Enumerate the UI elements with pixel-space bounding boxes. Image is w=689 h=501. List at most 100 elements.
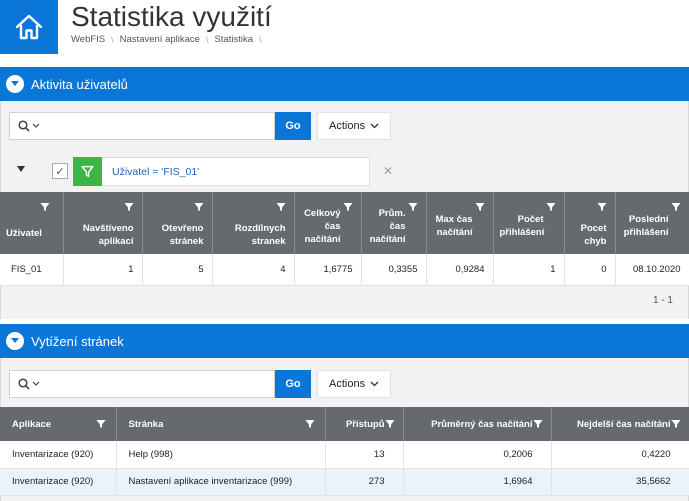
table-cell: 273 xyxy=(325,468,404,496)
toolbar-aktivita: Go Actions xyxy=(9,112,392,140)
column-label: Rozdílnych stranek xyxy=(234,223,286,247)
column-header[interactable]: Počet přihlášení xyxy=(493,192,565,254)
breadcrumb: WebFIS \ Nastavení aplikace \ Statistika… xyxy=(71,34,268,45)
table-cell: 0,3355 xyxy=(361,254,427,286)
table-cell: 13 xyxy=(325,441,404,469)
region-title: Aktivita uživatelů xyxy=(31,76,128,92)
column-header[interactable]: Uživatel xyxy=(0,192,64,254)
column-header[interactable]: Poslední přihlášení xyxy=(615,192,689,254)
search-icon xyxy=(18,120,40,132)
column-label: Průměrný čas načítání xyxy=(431,418,533,430)
chevron-down-icon xyxy=(11,81,19,86)
table-cell: 1 xyxy=(493,254,565,286)
filter-icon xyxy=(343,203,352,211)
filter-icon xyxy=(194,203,203,211)
filter-icon-box xyxy=(73,156,102,186)
chevron-down-icon xyxy=(11,338,19,343)
column-label: Otevřeno stránek xyxy=(161,223,204,247)
filter-row: ✓ Uživatel = 'FIS_01' ✕ xyxy=(0,154,689,190)
column-label: Počet přihlášení xyxy=(499,214,545,238)
column-label: Celkový čas načítání xyxy=(304,207,341,245)
table-cell: Inventarizace (920) xyxy=(0,441,117,469)
table-vytizeni: Aplikace Stránka Přístupů Průměrný čas n… xyxy=(0,407,689,496)
filter-text: Uživatel = 'FIS_01' xyxy=(112,165,200,178)
search-column-selector[interactable] xyxy=(10,371,60,397)
filter-icon xyxy=(533,420,542,428)
filter-icon xyxy=(408,203,417,211)
column-header[interactable]: Rozdílnych stranek xyxy=(212,192,295,254)
toolbar-vytizeni: Go Actions xyxy=(9,370,392,398)
table-row: Inventarizace (920) Help (998) 13 0,2006… xyxy=(0,441,689,469)
filter-icon xyxy=(475,203,484,211)
filter-icon xyxy=(546,203,555,211)
column-header[interactable]: Průměrný čas načítání xyxy=(403,407,552,441)
actions-button[interactable]: Actions xyxy=(317,112,392,140)
breadcrumb-item-nastaveni[interactable]: Nastavení aplikace xyxy=(120,34,200,45)
region-title: Vytížení stránek xyxy=(31,333,124,349)
filter-icon xyxy=(671,420,680,428)
region-header-vytizeni: Vytížení stránek xyxy=(0,324,689,358)
column-label: Přístupů xyxy=(345,418,385,430)
go-button[interactable]: Go xyxy=(275,112,311,140)
home-icon xyxy=(15,14,43,40)
column-label: Max čas načítání xyxy=(435,214,473,238)
table-cell: 1 xyxy=(63,254,143,286)
collapse-button[interactable] xyxy=(6,332,24,350)
filter-toggle-icon[interactable] xyxy=(17,166,25,172)
table-cell: FIS_01 xyxy=(0,254,64,286)
table-cell: 0 xyxy=(564,254,616,286)
column-header[interactable]: Max čas načítání xyxy=(426,192,494,254)
search-column-selector[interactable] xyxy=(10,113,60,139)
column-label: Pocet chyb xyxy=(580,223,607,247)
column-header[interactable]: Otevřeno stránek xyxy=(142,192,213,254)
filter-enable-checkbox[interactable]: ✓ xyxy=(52,163,68,179)
search-input[interactable] xyxy=(60,371,274,397)
column-label: Stránka xyxy=(128,418,164,430)
column-header[interactable]: Přístupů xyxy=(325,407,404,441)
go-button[interactable]: Go xyxy=(275,370,311,398)
column-label: Poslední přihlášení xyxy=(623,214,669,238)
actions-button[interactable]: Actions xyxy=(317,370,392,398)
chevron-down-icon xyxy=(370,123,379,129)
search-input[interactable] xyxy=(60,113,274,139)
column-header[interactable]: Aplikace xyxy=(0,407,117,441)
filter-icon xyxy=(276,203,285,211)
filter-icon xyxy=(96,420,105,428)
table-cell: Help (998) xyxy=(116,441,326,469)
page-title: Statistika využití xyxy=(71,1,272,32)
table-cell: 0,9284 xyxy=(426,254,494,286)
table-row: FIS_01 1 5 4 1,6775 0,3355 0,9284 1 0 08… xyxy=(0,254,689,286)
table-cell: 5 xyxy=(142,254,213,286)
remove-filter-icon[interactable]: ✕ xyxy=(383,164,393,178)
column-header[interactable]: Nejdelší čas načítání xyxy=(551,407,689,441)
column-label: Uživatel xyxy=(6,227,42,239)
column-header[interactable]: Navštíveno aplikací xyxy=(63,192,143,254)
pagination-info: 1 - 1 xyxy=(652,295,673,306)
column-label: Aplikace xyxy=(12,418,52,430)
breadcrumb-item-webfis[interactable]: WebFIS xyxy=(71,34,105,45)
filter-chip[interactable]: Uživatel = 'FIS_01' xyxy=(73,156,370,186)
breadcrumb-separator: \ xyxy=(259,34,262,45)
column-header[interactable]: Celkový čas načítání xyxy=(294,192,362,254)
column-header[interactable]: Pocet chyb xyxy=(564,192,616,254)
breadcrumb-separator: \ xyxy=(205,34,209,45)
table-cell: 35,5662 xyxy=(551,468,689,496)
column-label: Nejdelší čas načítání xyxy=(577,418,671,430)
search-field xyxy=(9,370,275,398)
table-cell: 0,2006 xyxy=(403,441,552,469)
collapse-button[interactable] xyxy=(6,75,24,93)
filter-icon xyxy=(671,203,680,211)
column-label: Prům. čas načítání xyxy=(369,207,406,245)
home-button[interactable] xyxy=(0,0,58,54)
table-aktivita: Uživatel Navštíveno aplikací Otevřeno st… xyxy=(0,192,689,286)
table-header-row: Uživatel Navštíveno aplikací Otevřeno st… xyxy=(0,192,689,254)
table-cell: 1,6775 xyxy=(294,254,362,286)
column-header[interactable]: Stránka xyxy=(116,407,326,441)
chevron-down-icon xyxy=(370,381,379,387)
region-header-aktivita: Aktivita uživatelů xyxy=(0,67,689,101)
table-cell: 08.10.2020 xyxy=(615,254,689,286)
actions-label: Actions xyxy=(329,378,366,390)
table-header-row: Aplikace Stránka Přístupů Průměrný čas n… xyxy=(0,407,689,441)
column-header[interactable]: Prům. čas načítání xyxy=(361,192,427,254)
filter-icon xyxy=(124,203,133,211)
